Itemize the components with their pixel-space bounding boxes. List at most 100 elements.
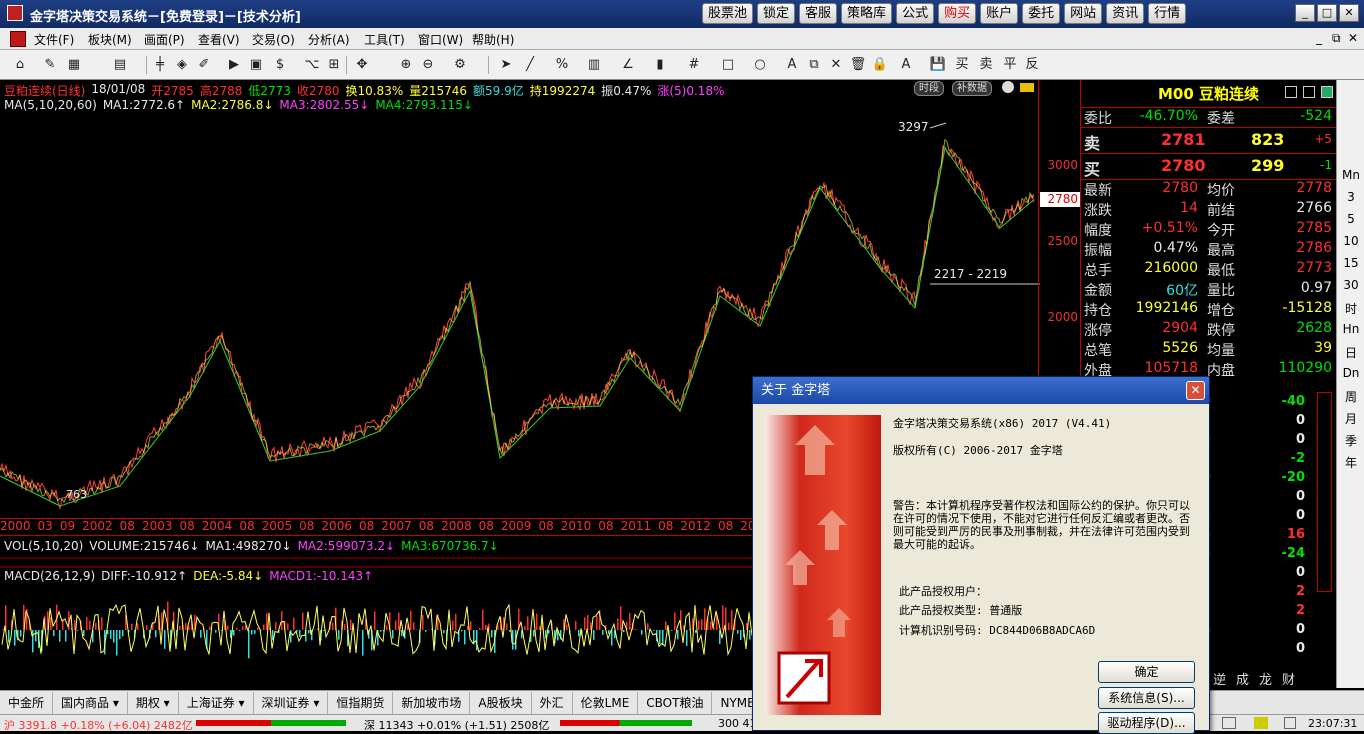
top-button[interactable]: 股票池 — [702, 3, 753, 24]
mdi-restore-button[interactable]: ⧉ — [1332, 31, 1341, 46]
market-tab[interactable]: 深圳证券 ▾ — [254, 692, 329, 714]
tools-icon[interactable] — [1303, 86, 1315, 98]
ruler-icon[interactable]: ▥ — [584, 55, 604, 75]
zoom-out-icon[interactable]: ⊖ — [418, 55, 438, 75]
check-icon[interactable] — [1321, 86, 1333, 98]
tick-scrollbar[interactable] — [1317, 392, 1332, 592]
quote-tab[interactable]: 逆 — [1213, 669, 1226, 688]
market-tab[interactable]: CBOT粮油 — [638, 692, 712, 714]
market-tab[interactable]: A股板块 — [470, 692, 531, 714]
menu-window[interactable]: 窗口(W) — [418, 31, 463, 48]
maximize-button[interactable]: □ — [1317, 4, 1337, 22]
period-button[interactable]: 30 — [1339, 278, 1363, 292]
menu-view[interactable]: 查看(V) — [198, 31, 240, 48]
top-button[interactable]: 锁定 — [757, 3, 795, 24]
top-button[interactable]: 账户 — [980, 3, 1018, 24]
quote-tab[interactable]: 成 — [1236, 669, 1249, 688]
chart-toggle-icon[interactable] — [1285, 86, 1297, 98]
top-button[interactable]: 委托 — [1022, 3, 1060, 24]
save-icon[interactable]: 💾 — [928, 55, 948, 75]
edit-icon[interactable]: ✐ — [194, 55, 214, 75]
home-icon[interactable]: ⌂ — [10, 55, 30, 75]
period-button[interactable]: 日 — [1339, 344, 1363, 361]
market-tab[interactable]: 中金所 — [0, 692, 53, 714]
mdi-minimize-button[interactable]: _ — [1316, 31, 1322, 45]
app-menu-icon[interactable] — [10, 31, 26, 47]
top-button[interactable]: 资讯 — [1106, 3, 1144, 24]
reverse-tool-button[interactable]: 反 — [1024, 55, 1040, 75]
ok-button[interactable]: 确定 — [1098, 661, 1195, 683]
chart-icon[interactable]: ⊞ — [324, 55, 344, 75]
period-button[interactable]: 季 — [1339, 432, 1363, 449]
menu-file[interactable]: 文件(F) — [34, 31, 74, 48]
lock-icon[interactable]: 🔒 — [870, 55, 890, 75]
delete-icon[interactable]: ✕ — [826, 55, 846, 75]
period-button[interactable]: 15 — [1339, 256, 1363, 270]
move-icon[interactable]: ✥ — [352, 55, 372, 75]
period-button[interactable]: 时 — [1339, 300, 1363, 317]
cursor-icon[interactable]: ➤ — [496, 55, 516, 75]
period-button[interactable]: 3 — [1339, 190, 1363, 204]
zoom-in-icon[interactable]: ⊕ — [396, 55, 416, 75]
hash-icon[interactable]: # — [684, 55, 704, 75]
top-button[interactable]: 网站 — [1064, 3, 1102, 24]
quote-tab[interactable]: 龙 — [1259, 669, 1272, 688]
period-button[interactable]: 5 — [1339, 212, 1363, 226]
minimize-button[interactable]: _ — [1295, 4, 1315, 22]
top-button[interactable]: 客服 — [799, 3, 837, 24]
market-tab[interactable]: 外汇 — [532, 692, 573, 714]
market-tab[interactable]: 期权 ▾ — [128, 692, 179, 714]
period-button[interactable]: Dn — [1339, 366, 1363, 380]
bar-icon[interactable]: ▮ — [650, 55, 670, 75]
menu-screen[interactable]: 画面(P) — [144, 31, 185, 48]
rect-icon[interactable]: □ — [718, 55, 738, 75]
period-button[interactable]: 月 — [1339, 410, 1363, 427]
gear-icon[interactable]: ⚙ — [450, 55, 470, 75]
line-icon[interactable]: ╱ — [520, 55, 540, 75]
period-button[interactable]: Hn — [1339, 322, 1363, 336]
menu-trade[interactable]: 交易(O) — [252, 31, 295, 48]
message-icon[interactable] — [1254, 717, 1268, 729]
period-button[interactable]: 10 — [1339, 234, 1363, 248]
period-button[interactable]: 周 — [1339, 388, 1363, 405]
draw-icon[interactable]: ✎ — [40, 55, 60, 75]
market-tab[interactable]: 上海证券 ▾ — [179, 692, 254, 714]
top-button[interactable]: 购买 — [938, 3, 976, 24]
dollar-icon[interactable]: $ — [270, 55, 290, 75]
filter-icon[interactable]: ⌥ — [302, 55, 322, 75]
close-button[interactable]: ✕ — [1339, 4, 1359, 22]
top-button[interactable]: 公式 — [896, 3, 934, 24]
angle-icon[interactable]: ∠ — [618, 55, 638, 75]
flat-tool-button[interactable]: 平 — [1002, 55, 1018, 75]
grid-icon[interactable]: ▤ — [110, 55, 130, 75]
sell-tool-button[interactable]: 卖 — [978, 55, 994, 75]
candle-icon[interactable]: ╪ — [150, 55, 170, 75]
top-button[interactable]: 策略库 — [841, 3, 892, 24]
text-icon[interactable]: A — [782, 55, 802, 75]
dialog-close-button[interactable]: ✕ — [1186, 381, 1205, 400]
font-color-icon[interactable]: A — [896, 55, 916, 75]
buy-row[interactable]: 买 2780 299 -1 — [1081, 154, 1336, 180]
circle-icon[interactable]: ○ — [750, 55, 770, 75]
play-icon[interactable]: ▶ — [224, 55, 244, 75]
buy-tool-button[interactable]: 买 — [954, 55, 970, 75]
market-tab[interactable]: 伦敦LME — [573, 692, 639, 714]
market-tab[interactable]: 国内商品 ▾ — [53, 692, 128, 714]
diamond-icon[interactable]: ◈ — [172, 55, 192, 75]
period-button[interactable]: Mn — [1339, 168, 1363, 182]
trash-icon[interactable]: 🗑 — [848, 55, 868, 75]
alert-icon[interactable] — [1222, 717, 1236, 729]
sell-row[interactable]: 卖 2781 823 +5 — [1081, 128, 1336, 154]
copy-icon[interactable]: ⧉ — [804, 55, 824, 75]
market-tab[interactable]: 新加坡市场 — [393, 692, 470, 714]
doc-icon[interactable]: ▣ — [246, 55, 266, 75]
menu-sector[interactable]: 板块(M) — [88, 31, 132, 48]
menu-tools[interactable]: 工具(T) — [364, 31, 405, 48]
quote-tab[interactable]: 财 — [1282, 669, 1295, 688]
calc-icon[interactable] — [1284, 717, 1296, 729]
menu-analysis[interactable]: 分析(A) — [308, 31, 350, 48]
layout-icon[interactable]: ▦ — [64, 55, 84, 75]
market-tab[interactable]: 恒指期货 — [328, 692, 393, 714]
menu-help[interactable]: 帮助(H) — [472, 31, 514, 48]
period-button[interactable]: 年 — [1339, 454, 1363, 471]
